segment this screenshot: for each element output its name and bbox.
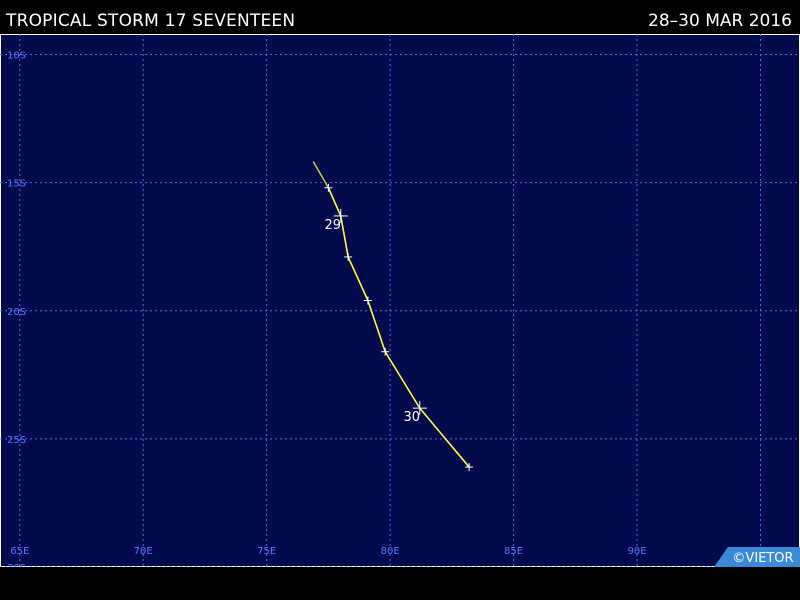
storm-track-map: 65E70E75E80E85E90E95E10S15S20S25S30S 293… [0, 34, 800, 574]
lat-tick-label: 25S [7, 435, 26, 446]
lon-tick-label: 75E [257, 546, 276, 557]
lat-tick-label: 10S [7, 51, 26, 62]
lat-tick-label: 15S [7, 179, 26, 190]
lat-tick-label: 20S [7, 307, 26, 318]
lon-tick-label: 85E [504, 546, 523, 557]
lon-tick-label: 65E [10, 546, 29, 557]
lon-tick-label: 80E [381, 546, 400, 557]
lon-tick-label: 90E [628, 546, 647, 557]
day-label: 30 [403, 410, 420, 425]
day-label: 29 [324, 218, 341, 233]
watermark: ©VIETOR [714, 547, 800, 567]
footer-bar [0, 567, 800, 600]
lon-tick-label: 70E [134, 546, 153, 557]
watermark-text: ©VIETOR [732, 551, 793, 566]
map-background [0, 34, 800, 567]
